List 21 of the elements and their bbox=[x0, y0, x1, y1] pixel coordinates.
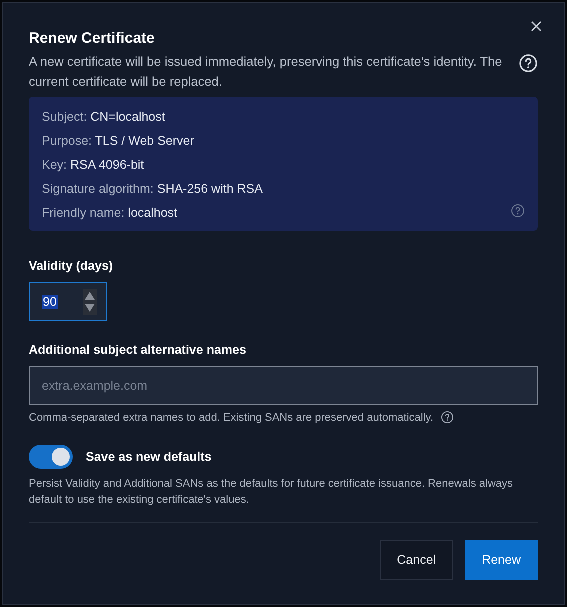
close-icon bbox=[531, 21, 542, 32]
help-icon[interactable] bbox=[440, 411, 454, 424]
detail-line: Subject: CN=localhost bbox=[42, 109, 166, 126]
primary-button[interactable]: Renew bbox=[465, 540, 538, 580]
detail-line: Friendly name: localhost bbox=[42, 205, 178, 222]
secondary-button[interactable]: Cancel bbox=[380, 540, 454, 580]
dialog-description: A new certificate will be issued immediately, preserving this certificate's identity. The current certificate will be replaced. bbox=[29, 53, 504, 91]
detail-line: Purpose: TLS / Web Server bbox=[42, 133, 194, 150]
dialog-title: Renew Certificate bbox=[29, 30, 156, 47]
toggle-description: Persist Validity and Additional SANs as the defaults for future certificate issuance. Renewals always default to use the existing certificate's values. bbox=[29, 477, 514, 508]
detail-line: Key: RSA 4096-bit bbox=[42, 157, 144, 174]
close-button[interactable] bbox=[529, 19, 544, 34]
field-hint: Comma-separated extra names to add. Existing SANs are preserved automatically. bbox=[29, 412, 434, 424]
field-label: Additional subject alternative names bbox=[29, 343, 248, 357]
spinner-icon[interactable] bbox=[83, 288, 97, 314]
toggle-label: Save as new defaults bbox=[86, 450, 212, 464]
field-label: Validity (days) bbox=[29, 259, 114, 273]
number-field[interactable]: 90 bbox=[29, 282, 107, 321]
detail-line: Signature algorithm: SHA-256 with RSA bbox=[42, 181, 263, 198]
san-input[interactable]: extra.example.com bbox=[29, 366, 538, 405]
toggle-switch[interactable] bbox=[29, 445, 73, 469]
